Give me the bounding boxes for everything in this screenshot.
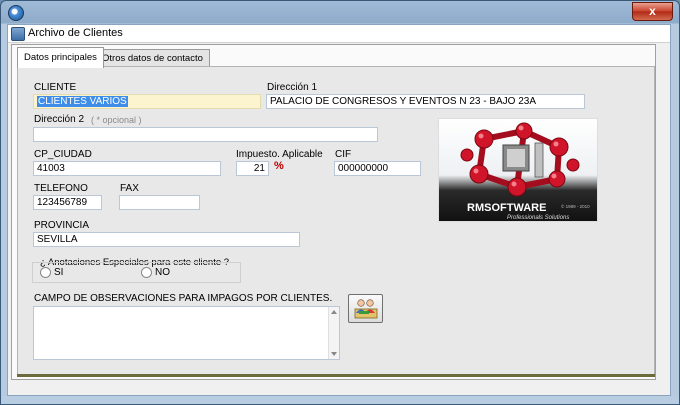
telefono-label: TELEFONO (34, 183, 88, 194)
provincia-label: PROVINCIA (34, 220, 90, 231)
cliente-input[interactable]: CLIENTES VARIOS (33, 94, 261, 109)
direccion2-input[interactable] (33, 127, 378, 142)
impuesto-input[interactable]: 21 (236, 161, 269, 176)
provincia-input[interactable]: SEVILLA (33, 232, 300, 247)
logo-years-text: © 1989 - 2010 (561, 204, 590, 209)
inner-window-title: Archivo de Clientes (28, 27, 123, 39)
cif-label: CIF (335, 149, 352, 160)
direccion1-label: Dirección 1 (267, 82, 318, 93)
radio-si-circle[interactable] (40, 267, 51, 278)
logo-tagline-text: Professionals Solutions (507, 215, 570, 221)
app-globe-icon[interactable] (8, 5, 24, 21)
cif-input[interactable]: 000000000 (334, 161, 421, 176)
window-form-icon (11, 27, 25, 41)
fax-input[interactable] (119, 195, 200, 210)
cp-ciudad-label: CP_CIUDAD (34, 149, 92, 160)
direccion2-optional-hint: ( * opcional ) (91, 115, 142, 125)
radio-no[interactable]: NO (141, 267, 170, 278)
impuesto-label: Impuesto. Aplicable (236, 149, 323, 160)
direccion2-label: Dirección 2 (34, 114, 85, 125)
logo-brand-text: RMSOFTWARE (467, 202, 547, 214)
observaciones-textarea[interactable] (33, 306, 340, 360)
radio-si-label: SI (54, 267, 64, 278)
observaciones-label: CAMPO DE OBSERVACIONES PARA IMPAGOS POR … (34, 293, 333, 304)
scroll-up-arrow-icon[interactable] (331, 310, 337, 314)
inner-title-bar: Archivo de Clientes (8, 25, 670, 43)
close-button[interactable]: x (632, 2, 673, 21)
radio-no-circle[interactable] (141, 267, 152, 278)
direccion1-input[interactable]: PALACIO DE CONGRESOS Y EVENTOS N 23 - BA… (266, 94, 585, 109)
percent-sign: % (274, 160, 284, 172)
window-bottom-border (1, 396, 679, 404)
people-icon (354, 299, 378, 319)
observaciones-scrollbar[interactable] (328, 307, 339, 359)
telefono-input[interactable]: 123456789 (33, 195, 102, 210)
cp-ciudad-input[interactable]: 41003 (33, 161, 221, 176)
client-contacts-button[interactable] (348, 294, 383, 323)
cliente-input-value: CLIENTES VARIOS (37, 96, 128, 107)
molecule-logo-icon (460, 122, 580, 197)
radio-no-label: NO (155, 267, 170, 278)
rmsoftware-logo: RMSOFTWARE © 1989 - 2010 Professionals S… (438, 118, 598, 222)
panel-bottom-bar (17, 374, 655, 377)
fax-label: FAX (120, 183, 139, 194)
scroll-down-arrow-icon[interactable] (331, 352, 337, 356)
cliente-label: CLIENTE (34, 82, 77, 93)
radio-si[interactable]: SI (40, 267, 63, 278)
tab-datos-principales[interactable]: Datos principales (17, 47, 104, 68)
